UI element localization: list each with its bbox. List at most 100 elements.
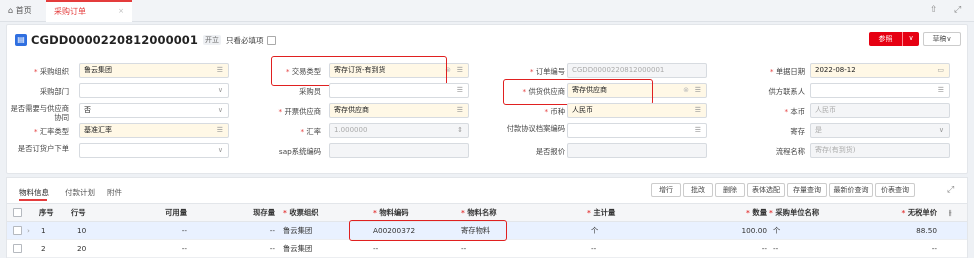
table-row[interactable]: 2 20 -- -- 鲁云集团 -- -- -- -- -- -- — [7, 240, 967, 258]
list-icon[interactable]: ☰ — [695, 124, 701, 137]
expand-icon[interactable]: ⤢ — [947, 185, 954, 195]
pay-agreement-label: 付款协议档案编码 — [506, 124, 565, 133]
cell-purchase-unit[interactable]: -- — [773, 240, 778, 257]
rate-type-label: * 汇率类型 — [33, 127, 69, 136]
buyer-label: 采购员 — [299, 87, 321, 96]
local-currency-field[interactable]: 人民币 — [810, 103, 950, 118]
price-list-button[interactable]: 价表查询 — [875, 183, 915, 197]
col-receive-org-text: 收票组织 — [289, 208, 319, 217]
date-field[interactable]: 2022-08-12 ▭ — [810, 63, 950, 78]
quoted-label: 是否报价 — [535, 147, 565, 156]
consign-field[interactable]: 是 ∨ — [810, 123, 950, 138]
close-icon[interactable]: × — [118, 2, 124, 21]
col-purchase-unit-text: 采购单位名称 — [775, 208, 820, 217]
rate-label-text: 汇率 — [306, 127, 321, 136]
document-icon: ▤ — [15, 34, 27, 46]
col-qty-text: 数量 — [752, 208, 767, 217]
supply-collab-value: 否 — [84, 106, 91, 114]
chevron-down-icon[interactable]: ∨ — [218, 144, 223, 157]
select-all-checkbox[interactable] — [13, 208, 22, 217]
cell-price[interactable]: -- — [877, 240, 937, 257]
cell-material-name[interactable]: -- — [461, 240, 466, 257]
ref-button-label[interactable]: 参照 — [869, 32, 903, 46]
body-config-button[interactable]: 表体选配 — [747, 183, 785, 197]
col-material-code: * 物料编码 — [373, 208, 409, 217]
tab-attachments[interactable]: 附件 — [107, 187, 122, 198]
order-no-field[interactable]: CGDD0000220812000001 — [567, 63, 707, 78]
row-expand-icon[interactable]: › — [27, 222, 30, 239]
invoice-supplier-field[interactable]: 寄存供应商 ☰ — [329, 103, 469, 118]
cell-main-unit[interactable]: 个 — [591, 222, 598, 239]
cell-qty[interactable]: 100.00 — [707, 222, 767, 239]
calendar-icon[interactable]: ▭ — [937, 64, 944, 77]
dept-field[interactable]: ∨ — [79, 83, 229, 98]
list-icon[interactable]: ☰ — [457, 84, 463, 97]
rate-value: 1.000000 — [334, 126, 368, 134]
cell-onhand: -- — [269, 226, 275, 235]
rate-field[interactable]: 1.000000 ⇕ — [329, 123, 469, 138]
tab-payment-plan[interactable]: 付款计划 — [65, 187, 95, 198]
rate-type-field[interactable]: 基准汇率 ☰ — [79, 123, 229, 138]
date-value: 2022-08-12 — [815, 66, 856, 74]
col-material-code-text: 物料编码 — [379, 208, 409, 217]
col-receive-org: * 收票组织 — [283, 208, 319, 217]
highlight-supplier — [503, 79, 653, 105]
batch-edit-button[interactable]: 批改 — [683, 183, 713, 197]
chevron-down-icon[interactable]: ∨ — [218, 84, 223, 97]
flow-name-field[interactable]: 寄存(有到货) — [810, 143, 950, 158]
flow-name-label: 流程名称 — [775, 147, 805, 156]
contact-field[interactable]: ☰ — [810, 83, 950, 98]
cell-main-unit[interactable]: -- — [591, 240, 596, 257]
delete-button[interactable]: 删除 — [715, 183, 745, 197]
pay-agreement-field[interactable]: ☰ — [567, 123, 707, 138]
cell-material-code[interactable]: -- — [373, 240, 378, 257]
col-line: 行号 — [71, 208, 86, 217]
pin-icon[interactable]: ⇧ — [930, 5, 938, 15]
order-header-panel: ▤ CGDD0000220812000001 开立 只看必填项 参照 ∨ 草稿∨… — [6, 24, 968, 174]
add-row-button[interactable]: 增行 — [651, 183, 681, 197]
row-checkbox[interactable] — [13, 226, 22, 235]
tab-home[interactable]: ⌂ 首页 — [8, 0, 32, 22]
fullscreen-icon[interactable]: ⤢ — [954, 5, 961, 15]
column-settings-icon[interactable]: ⫲ — [949, 204, 951, 221]
cell-receive-org[interactable]: 鲁云集团 — [283, 222, 312, 239]
latest-price-button[interactable]: 最新价查询 — [829, 183, 873, 197]
currency-label-text: 币种 — [550, 107, 565, 116]
supply-collab-select[interactable]: 否 ∨ — [79, 103, 229, 118]
sap-code-field[interactable] — [329, 143, 469, 158]
tab-purchase-order[interactable]: 采购订单 × — [46, 0, 132, 22]
list-icon[interactable]: ☰ — [217, 64, 223, 77]
list-icon[interactable]: ☰ — [695, 104, 701, 117]
org-field[interactable]: 鲁云集团 ☰ — [79, 63, 229, 78]
clear-icon[interactable]: ⊗ — [683, 84, 689, 97]
chevron-down-icon[interactable]: ∨ — [218, 104, 223, 117]
quoted-field[interactable] — [567, 143, 707, 158]
required-only-checkbox[interactable] — [266, 35, 276, 45]
currency-field[interactable]: 人民币 ☰ — [567, 103, 707, 118]
list-icon[interactable]: ☰ — [457, 64, 463, 77]
cell-qty[interactable]: -- — [707, 240, 767, 257]
tab-material-info[interactable]: 物料信息 — [19, 187, 49, 198]
list-icon[interactable]: ☰ — [217, 124, 223, 137]
order-to-label: 是否订货户下单 — [17, 144, 69, 153]
order-no-label-text: 订单编号 — [535, 67, 565, 76]
local-currency-value: 人民币 — [815, 106, 836, 114]
tab-purchase-order-label: 采购订单 — [54, 7, 86, 16]
ref-button[interactable]: 参照 ∨ — [869, 32, 919, 46]
row-checkbox[interactable] — [13, 244, 22, 253]
draft-button[interactable]: 草稿∨ — [923, 32, 961, 46]
org-value: 鲁云集团 — [84, 66, 112, 74]
order-to-select[interactable]: ∨ — [79, 143, 229, 158]
list-icon[interactable]: ☰ — [695, 84, 701, 97]
list-icon[interactable]: ☰ — [938, 84, 944, 97]
highlight-material — [349, 220, 507, 241]
list-icon[interactable]: ☰ — [457, 104, 463, 117]
chevron-down-icon[interactable]: ∨ — [939, 124, 944, 137]
buyer-field[interactable]: ☰ — [329, 83, 469, 98]
stock-query-button[interactable]: 存量查询 — [787, 183, 827, 197]
cell-price[interactable]: 88.50 — [877, 222, 937, 239]
stepper-icon[interactable]: ⇕ — [457, 124, 463, 137]
cell-purchase-unit[interactable]: 个 — [773, 222, 780, 239]
cell-receive-org[interactable]: 鲁云集团 — [283, 240, 312, 257]
chevron-down-icon[interactable]: ∨ — [903, 32, 919, 46]
